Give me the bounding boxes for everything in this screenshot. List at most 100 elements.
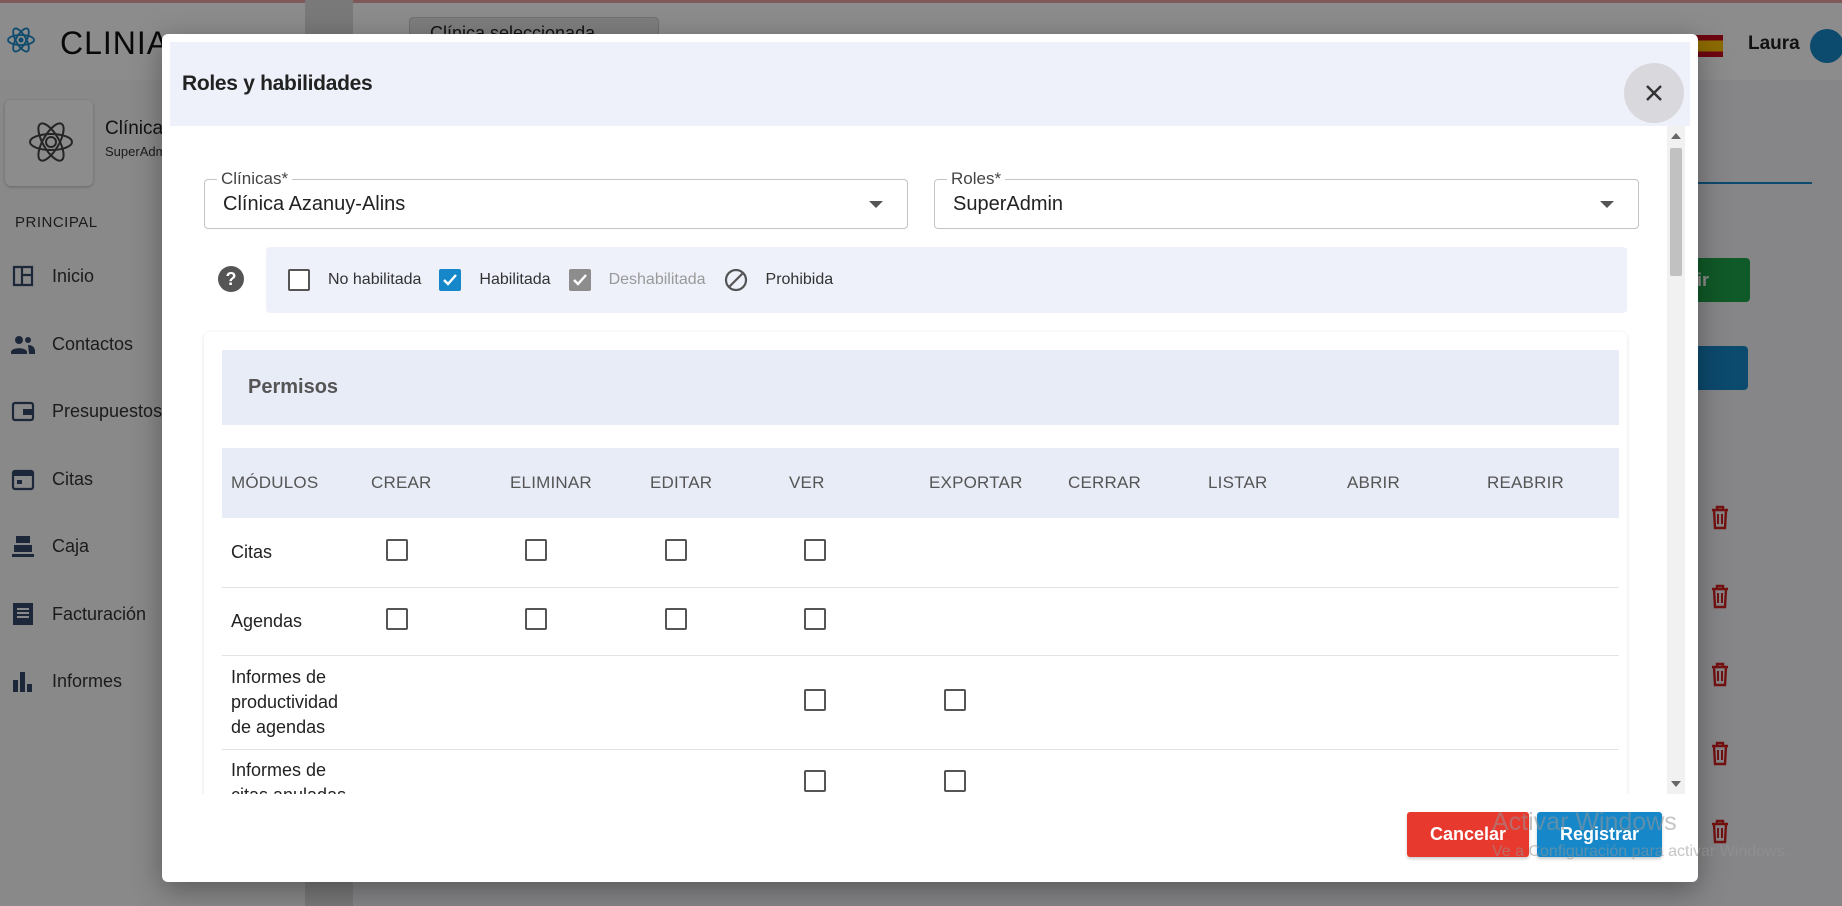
column-header-create: CREAR <box>371 473 432 492</box>
permission-cell <box>1199 655 1338 750</box>
permission-cell <box>780 587 920 656</box>
column-header-reopen: REABRIR <box>1487 473 1564 492</box>
checked-box-icon <box>439 269 462 291</box>
column-header-open: ABRIR <box>1347 473 1400 492</box>
permission-cell <box>1338 655 1478 750</box>
permission-cell <box>501 518 641 588</box>
roles-select[interactable]: Roles* SuperAdmin <box>934 170 1639 229</box>
windows-activation-watermark: Activar Windows <box>1492 808 1677 836</box>
permission-checkbox[interactable] <box>804 607 826 630</box>
permission-cell <box>1059 749 1199 794</box>
permission-cell <box>1338 587 1478 656</box>
permission-cell <box>920 587 1059 656</box>
permission-cell <box>501 587 641 656</box>
help-icon[interactable]: ? <box>218 266 244 292</box>
legend-label: No habilitada <box>328 271 422 288</box>
permission-cell <box>1338 518 1478 588</box>
roles-label: Roles* <box>947 170 1006 188</box>
permission-cell <box>501 655 641 750</box>
chevron-down-icon <box>1600 201 1614 208</box>
forbidden-icon <box>724 268 747 292</box>
column-header-list: LISTAR <box>1208 473 1268 492</box>
permission-cell <box>1059 655 1199 750</box>
legend-disabled: Deshabilitada <box>568 269 706 291</box>
legend-label: Deshabilitada <box>608 271 706 288</box>
permission-cell <box>1059 587 1199 656</box>
legend-label: Prohibida <box>765 271 834 288</box>
roles-dialog: Roles y habilidades Clínicas* Clínica Az… <box>162 34 1698 882</box>
permissions-header: Permisos <box>222 350 1619 425</box>
permission-cell <box>641 518 780 588</box>
permission-cell <box>780 655 920 750</box>
permission-cell <box>362 518 501 588</box>
permission-checkbox[interactable] <box>804 769 826 792</box>
permissions-title: Permisos <box>248 376 339 398</box>
dialog-footer: Cancelar Registrar <box>162 794 1698 882</box>
permission-cell <box>920 749 1059 794</box>
permission-cell <box>641 587 780 656</box>
dialog-scrollbar[interactable] <box>1667 126 1685 794</box>
permission-cell <box>1199 518 1338 588</box>
close-icon <box>1646 85 1662 101</box>
legend-forbidden: Prohibida <box>724 268 834 292</box>
permission-cell <box>1478 749 1619 794</box>
permission-cell <box>1199 587 1338 656</box>
clinics-label: Clínicas* <box>217 170 293 188</box>
permission-cell <box>1478 655 1619 750</box>
column-header-export: EXPORTAR <box>929 473 1023 492</box>
column-header-edit: EDITAR <box>650 473 713 492</box>
dialog-body: Clínicas* Clínica Azanuy-Alins Roles* Su… <box>170 126 1675 794</box>
permission-cell <box>362 749 501 794</box>
permissions-card: Permisos MÓDULOS CREAR ELIMINAR EDITAR V… <box>204 332 1627 794</box>
permissions-legend: No habilitada Habilitada Deshabilitada P… <box>266 247 1627 313</box>
permission-cell <box>641 749 780 794</box>
permission-checkbox[interactable] <box>665 538 687 561</box>
windows-activation-hint: Ve a Configuración para activar Windows. <box>1492 843 1790 860</box>
table-header-row: MÓDULOS CREAR ELIMINAR EDITAR VER EXPORT… <box>222 448 1619 518</box>
permission-cell <box>1059 518 1199 588</box>
close-button[interactable] <box>1624 63 1684 123</box>
permission-checkbox[interactable] <box>386 607 408 630</box>
permission-checkbox[interactable] <box>525 538 547 561</box>
module-name: Agendas <box>222 587 362 656</box>
permission-cell <box>780 518 920 588</box>
permission-checkbox[interactable] <box>665 607 687 630</box>
disabled-check-icon <box>568 269 591 291</box>
clinics-select[interactable]: Clínicas* Clínica Azanuy-Alins <box>204 170 908 229</box>
permission-checkbox[interactable] <box>944 688 966 711</box>
permission-cell <box>920 655 1059 750</box>
permission-cell <box>1199 749 1338 794</box>
table-row: Citas <box>222 518 1619 588</box>
permission-cell <box>362 655 501 750</box>
column-header-close: CERRAR <box>1068 473 1141 492</box>
permission-cell <box>641 655 780 750</box>
permissions-table: MÓDULOS CREAR ELIMINAR EDITAR VER EXPORT… <box>222 448 1619 794</box>
scrollbar-thumb[interactable] <box>1670 148 1682 276</box>
permission-cell <box>780 749 920 794</box>
permission-checkbox[interactable] <box>525 607 547 630</box>
dialog-title: Roles y habilidades <box>182 72 373 95</box>
module-name: Informes de productividad de agendas <box>222 655 362 750</box>
legend-not-enabled: No habilitada <box>288 269 421 291</box>
roles-value: SuperAdmin <box>953 193 1064 215</box>
scroll-up-arrow-icon[interactable] <box>1671 133 1681 139</box>
permission-checkbox[interactable] <box>386 538 408 561</box>
permission-cell <box>920 518 1059 588</box>
module-name: Citas <box>222 518 362 588</box>
permission-checkbox[interactable] <box>804 688 826 711</box>
permission-cell <box>501 749 641 794</box>
unchecked-box-icon <box>288 269 310 291</box>
permission-checkbox[interactable] <box>804 538 826 561</box>
table-row: Agendas <box>222 587 1619 656</box>
dialog-header: Roles y habilidades <box>170 42 1690 126</box>
module-name: Informes de citas anuladas <box>222 749 362 794</box>
permission-cell <box>1478 518 1619 588</box>
legend-enabled: Habilitada <box>439 269 551 291</box>
column-header-modules: MÓDULOS <box>231 473 319 492</box>
column-header-view: VER <box>789 473 825 492</box>
permission-checkbox[interactable] <box>944 769 966 792</box>
scroll-down-arrow-icon[interactable] <box>1671 781 1681 787</box>
permission-cell <box>1338 749 1478 794</box>
permission-cell <box>362 587 501 656</box>
chevron-down-icon <box>869 201 883 208</box>
